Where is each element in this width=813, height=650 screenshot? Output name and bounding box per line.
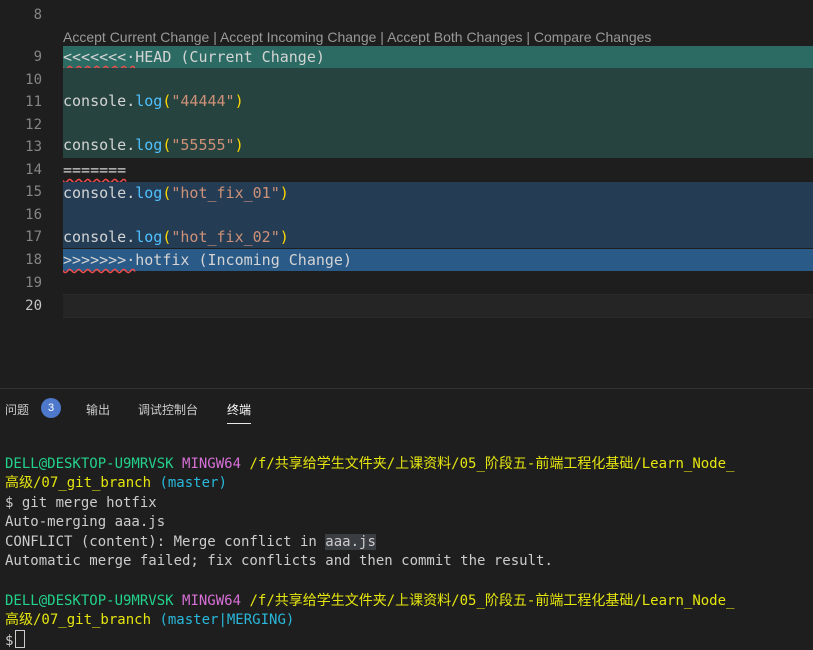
terminal-output[interactable]: DELL@DESKTOP-U9MRVSK MINGW64 /f/共享给学生文件夹… [0,426,813,650]
accept-both-changes-link[interactable]: Accept Both Changes [387,29,522,45]
terminal-prompt-line: 高级/07_git_branch (master) [5,474,227,494]
code-paren: ) [234,92,244,110]
terminal-path: 高级/07_git_branch [5,475,152,491]
accept-current-change-link[interactable]: Accept Current Change [63,29,209,45]
code-line-incoming[interactable]: console.log("hot_fix_01") [63,182,813,204]
conflict-message: CONFLICT (content): Merge conflict in [5,534,326,550]
terminal-branch: (master) [159,475,227,491]
terminal-user-host: DELL@DESKTOP-U9MRVSK [5,593,174,609]
code-function: log [135,184,163,202]
line-number: 8 [33,7,42,23]
line-number: 17 [25,229,42,245]
code-paren: ) [279,228,289,246]
code-editor[interactable]: 8 9 10 11 12 13 14 15 16 17 18 19 20 Acc… [0,0,813,388]
code-line-empty[interactable] [63,112,813,134]
tab-debug-console[interactable]: 调试控制台 [138,401,198,421]
code-string: "hot_fix_01" [171,184,280,202]
code-paren: ) [279,184,289,202]
terminal-cursor [15,630,26,648]
code-line-empty[interactable] [63,68,813,90]
terminal-env: MINGW64 [182,456,242,472]
line-number: 13 [25,139,42,155]
terminal-input-line[interactable]: $ [5,630,26,650]
line-number-active: 20 [25,298,42,314]
terminal-output-line: Auto-merging aaa.js [5,514,166,530]
code-string: "44444" [171,92,235,110]
code-string: "hot_fix_02" [171,228,280,246]
terminal-path: /f/共享给学生文件夹/上课资料/05_阶段五-前端工程化基础/Learn_No… [249,593,735,609]
code-line-incoming[interactable]: console.log("hot_fix_02") [63,226,813,248]
tab-terminal[interactable]: 终端 [227,401,252,424]
line-number: 18 [25,252,42,268]
code-line-current[interactable]: console.log("55555") [63,134,813,158]
line-number: 10 [25,72,42,88]
terminal-prompt-line: 高级/07_git_branch (master|MERGING) [5,611,294,631]
terminal-env: MINGW64 [182,593,242,609]
conflict-marker: <<<<<<<· [63,48,136,66]
line-number: 14 [25,162,42,178]
accept-incoming-change-link[interactable]: Accept Incoming Change [220,29,376,45]
terminal-output-line: CONFLICT (content): Merge conflict in aa… [5,533,376,553]
code-function: log [135,136,163,154]
conflict-file: aaa.js [325,534,376,550]
code-paren: ) [234,136,244,154]
code-object: console. [63,92,136,110]
code-object: console. [63,136,136,154]
line-number: 15 [25,184,42,200]
current-cursor-line[interactable] [63,294,813,318]
merge-codelens: Accept Current Change | Accept Incoming … [63,28,651,46]
code-line-current[interactable]: console.log("44444") [63,90,813,112]
line-number: 9 [33,49,42,65]
terminal-branch: (master|MERGING) [159,612,295,628]
codelens-separator: | [209,29,220,45]
compare-changes-link[interactable]: Compare Changes [534,29,652,45]
conflict-separator[interactable]: ======= [63,159,813,181]
codelens-separator: | [376,29,388,45]
terminal-user-host: DELL@DESKTOP-U9MRVSK [5,456,174,472]
line-number: 12 [25,117,42,133]
terminal-output-line: Automatic merge failed; fix conflicts an… [5,553,553,569]
code-function: log [135,228,163,246]
panel-tab-bar: 问题 3 输出 调试控制台 终端 [0,388,813,427]
terminal-prompt-line: DELL@DESKTOP-U9MRVSK MINGW64 /f/共享给学生文件夹… [5,592,734,612]
tab-problems[interactable]: 问题 [5,401,29,421]
conflict-marker: ======= [63,161,127,179]
terminal-path: 高级/07_git_branch [5,612,152,628]
line-number: 11 [25,94,42,110]
code-object: console. [63,184,136,202]
line-number: 19 [25,275,42,291]
code-string: "55555" [171,136,235,154]
incoming-change-label: hotfix (Incoming Change) [135,251,352,269]
code-object: console. [63,228,136,246]
line-number: 16 [25,207,42,223]
current-change-label: HEAD (Current Change) [135,48,325,66]
problems-count-badge: 3 [41,398,61,418]
codelens-separator: | [522,29,534,45]
conflict-current-header[interactable]: <<<<<<<·HEAD (Current Change) [63,46,813,68]
conflict-marker: >>>>>>>· [63,251,136,269]
code-line-empty[interactable] [63,204,813,226]
terminal-path: /f/共享给学生文件夹/上课资料/05_阶段五-前端工程化基础/Learn_No… [249,456,735,472]
conflict-incoming-header[interactable]: >>>>>>>·hotfix (Incoming Change) [63,249,813,271]
terminal-command: $ git merge hotfix [5,495,157,511]
code-function: log [135,92,163,110]
terminal-prompt-line: DELL@DESKTOP-U9MRVSK MINGW64 /f/共享给学生文件夹… [5,455,734,475]
tab-output[interactable]: 输出 [86,401,110,421]
prompt-symbol: $ [5,633,14,649]
